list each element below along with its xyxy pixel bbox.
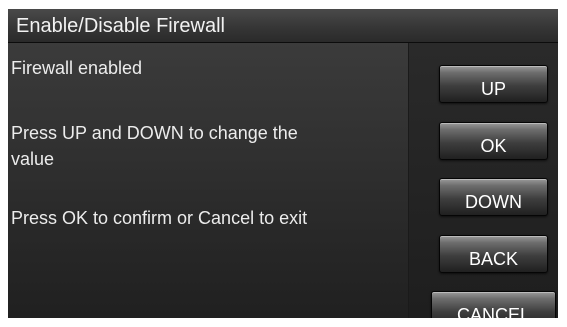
button-panel: UP OK DOWN BACK CANCEL <box>408 43 558 318</box>
page-title: Enable/Disable Firewall <box>16 15 225 37</box>
instruction-text-continued: value <box>11 149 55 169</box>
firewall-status-text: Firewall enabled <box>11 58 143 78</box>
down-button[interactable]: DOWN <box>439 178 548 216</box>
cancel-button[interactable]: CANCEL <box>431 291 556 318</box>
message-panel: Firewall enabled Press UP and DOWN to ch… <box>8 43 408 318</box>
title-bar: Enable/Disable Firewall <box>8 9 558 43</box>
back-button[interactable]: BACK <box>439 235 548 273</box>
confirm-instruction-text: Press OK to confirm or Cancel to exit <box>11 208 308 228</box>
firewall-screen: Enable/Disable Firewall Firewall enabled… <box>8 9 558 318</box>
instruction-text: Press UP and DOWN to change the <box>11 123 298 143</box>
ok-button[interactable]: OK <box>439 122 548 160</box>
up-button[interactable]: UP <box>439 65 548 103</box>
